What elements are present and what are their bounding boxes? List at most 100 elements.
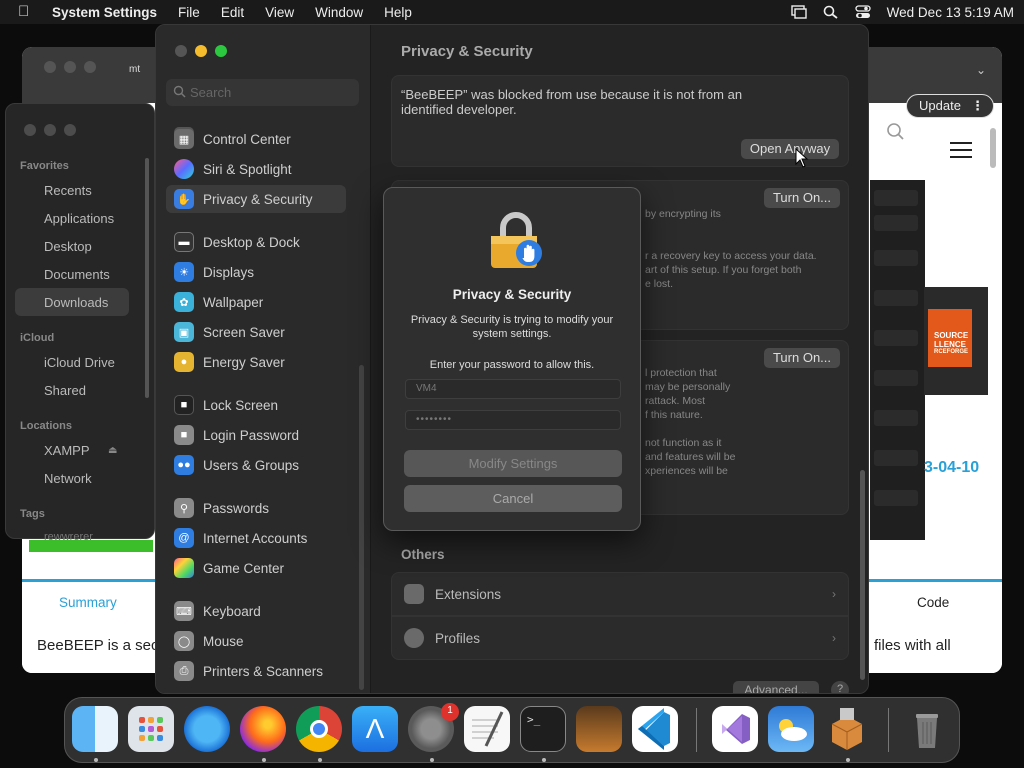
sidebar-item-login-password[interactable]: ■ Login Password bbox=[166, 421, 346, 449]
finder-item-recents[interactable]: Recents bbox=[44, 183, 92, 198]
sidebar-item-label: Printers & Scanners bbox=[203, 663, 324, 679]
finder-item-shared[interactable]: Shared bbox=[44, 383, 86, 398]
dialog-title: Privacy & Security bbox=[452, 287, 572, 302]
lockdown-line: and features will be bbox=[645, 451, 736, 463]
sidebar-item-siri-spotlight[interactable]: Siri & Spotlight bbox=[166, 155, 346, 183]
advanced-button[interactable]: Advanced... bbox=[733, 681, 819, 693]
tab-code[interactable]: Code bbox=[917, 595, 949, 610]
app-store-icon[interactable]: Λ bbox=[352, 706, 398, 752]
sidebar-item-desktop-dock[interactable]: ▬ Desktop & Dock bbox=[166, 228, 346, 256]
sidebar-item-displays[interactable]: ☀ Displays bbox=[166, 258, 346, 286]
dock-icon: ▬ bbox=[174, 232, 194, 252]
dialog-subtitle: Privacy & Security is trying to modify y… bbox=[410, 314, 614, 340]
sidebar-item-control-center[interactable]: ▦ Control Center bbox=[166, 125, 346, 153]
sidebar-scrollbar[interactable] bbox=[359, 365, 364, 690]
firefox-icon[interactable] bbox=[240, 706, 286, 752]
chevron-right-icon: › bbox=[832, 587, 836, 601]
browser-tab-label[interactable]: mt bbox=[129, 64, 140, 75]
finder-item-desktop[interactable]: Desktop bbox=[44, 239, 92, 254]
cancel-button[interactable]: Cancel bbox=[404, 485, 622, 512]
extensions-row[interactable]: Extensions › bbox=[391, 572, 849, 616]
menu-view[interactable]: View bbox=[265, 5, 294, 20]
visual-studio-icon[interactable] bbox=[712, 706, 758, 752]
chrome-icon[interactable] bbox=[296, 706, 342, 752]
package-icon[interactable] bbox=[824, 706, 870, 752]
browser-scrollbar[interactable] bbox=[990, 128, 996, 168]
profiles-row[interactable]: Profiles › bbox=[391, 616, 849, 660]
lockdown-turn-on-button[interactable]: Turn On... bbox=[764, 348, 840, 368]
sidebar-item-keyboard[interactable]: ⌨ Keyboard bbox=[166, 597, 346, 625]
password-field[interactable]: •••••••• bbox=[405, 410, 621, 430]
at-sign-icon: @ bbox=[174, 528, 194, 548]
sidebar-item-energy-saver[interactable]: ● Energy Saver bbox=[166, 348, 346, 376]
minimize-window-button[interactable] bbox=[195, 45, 207, 57]
sourceforge-award-badge: SOURCE LLENCE RCEFORGE bbox=[924, 287, 988, 395]
zoom-window-button[interactable] bbox=[215, 45, 227, 57]
help-button[interactable]: ? bbox=[831, 681, 849, 693]
control-center-icon[interactable] bbox=[855, 5, 871, 19]
sidebar-item-mouse[interactable]: ◯ Mouse bbox=[166, 627, 346, 655]
screen-mirroring-icon[interactable] bbox=[790, 5, 807, 19]
sidebar-item-lock-screen[interactable]: ■ Lock Screen bbox=[166, 391, 346, 419]
running-indicator bbox=[430, 758, 434, 762]
settings-search-input[interactable]: Search bbox=[166, 79, 359, 106]
eject-icon[interactable]: ⏏ bbox=[108, 445, 117, 456]
menu-app-name[interactable]: System Settings bbox=[52, 5, 157, 20]
spotlight-search-icon[interactable] bbox=[823, 5, 839, 19]
menu-help[interactable]: Help bbox=[384, 5, 412, 20]
chevron-down-icon[interactable]: ⌄ bbox=[976, 63, 986, 77]
lock-icon: ■ bbox=[174, 425, 194, 445]
sidebar-item-label: Mouse bbox=[203, 633, 244, 649]
sidebar-item-printers-scanners[interactable]: ⎙ Printers & Scanners bbox=[166, 657, 346, 685]
filevault-line: r a recovery key to access your data. bbox=[645, 250, 817, 262]
filevault-turn-on-button[interactable]: Turn On... bbox=[764, 188, 840, 208]
finder-item-network[interactable]: Network bbox=[44, 471, 92, 486]
finder-scrollbar[interactable] bbox=[145, 158, 149, 398]
sidebar-item-wallpaper[interactable]: ✿ Wallpaper bbox=[166, 288, 346, 316]
safari-icon[interactable] bbox=[184, 706, 230, 752]
sidebar-item-game-center[interactable]: Game Center bbox=[166, 554, 346, 582]
terminal-icon[interactable]: >_ bbox=[520, 706, 566, 752]
sidebar-item-internet-accounts[interactable]: @ Internet Accounts bbox=[166, 524, 346, 552]
filevault-line: by encrypting its bbox=[645, 208, 721, 220]
vscode-icon[interactable] bbox=[632, 706, 678, 752]
sidebar-item-users-groups[interactable]: ●● Users & Groups bbox=[166, 451, 346, 479]
finder-item-applications[interactable]: Applications bbox=[44, 211, 114, 226]
finder-item-downloads[interactable]: Downloads bbox=[44, 295, 108, 310]
finder-icon[interactable] bbox=[72, 706, 118, 752]
menu-edit[interactable]: Edit bbox=[221, 5, 244, 20]
sidebar-item-screen-saver[interactable]: ▣ Screen Saver bbox=[166, 318, 346, 346]
finder-item-documents[interactable]: Documents bbox=[44, 267, 110, 282]
apple-icon[interactable]:  bbox=[18, 4, 34, 20]
menu-window[interactable]: Window bbox=[315, 5, 363, 20]
tab-summary[interactable]: Summary bbox=[59, 595, 117, 610]
menu-clock[interactable]: Wed Dec 13 5:19 AM bbox=[887, 5, 1014, 20]
finder-item-icloud-drive[interactable]: iCloud Drive bbox=[44, 355, 115, 370]
sidebar-item-label: Displays bbox=[203, 264, 255, 280]
menu-file[interactable]: File bbox=[178, 5, 200, 20]
username-field[interactable]: VM4 bbox=[405, 379, 621, 399]
sidebar-item-passwords[interactable]: ⚲ Passwords bbox=[166, 494, 346, 522]
trash-icon[interactable] bbox=[904, 706, 950, 752]
browser-search-icon[interactable] bbox=[886, 122, 906, 142]
main-scrollbar[interactable] bbox=[860, 470, 865, 680]
weather-icon[interactable] bbox=[768, 706, 814, 752]
finder-section-locations: Locations bbox=[20, 420, 72, 432]
finder-traffic-lights bbox=[24, 124, 76, 136]
kebab-menu-icon[interactable]: ⋮ bbox=[971, 98, 984, 114]
dialog-password-prompt: Enter your password to allow this. bbox=[429, 359, 595, 371]
update-button[interactable]: Update ⋮ bbox=[906, 94, 994, 118]
close-window-button[interactable] bbox=[175, 45, 187, 57]
sidebar-item-label: Siri & Spotlight bbox=[203, 161, 292, 177]
sidebar-item-privacy-security[interactable]: ✋ Privacy & Security bbox=[166, 185, 346, 213]
textedit-icon[interactable] bbox=[464, 706, 510, 752]
open-anyway-button[interactable]: Open Anyway bbox=[741, 139, 839, 159]
garageband-icon[interactable] bbox=[576, 706, 622, 752]
lockdown-line: may be personally bbox=[645, 381, 731, 393]
launchpad-icon[interactable] bbox=[128, 706, 174, 752]
lock-icon: ■ bbox=[174, 395, 194, 415]
finder-item-xampp[interactable]: XAMPP bbox=[44, 443, 90, 458]
hamburger-menu-icon[interactable] bbox=[950, 142, 972, 158]
game-center-icon bbox=[174, 558, 194, 578]
modify-settings-button[interactable]: Modify Settings bbox=[404, 450, 622, 477]
